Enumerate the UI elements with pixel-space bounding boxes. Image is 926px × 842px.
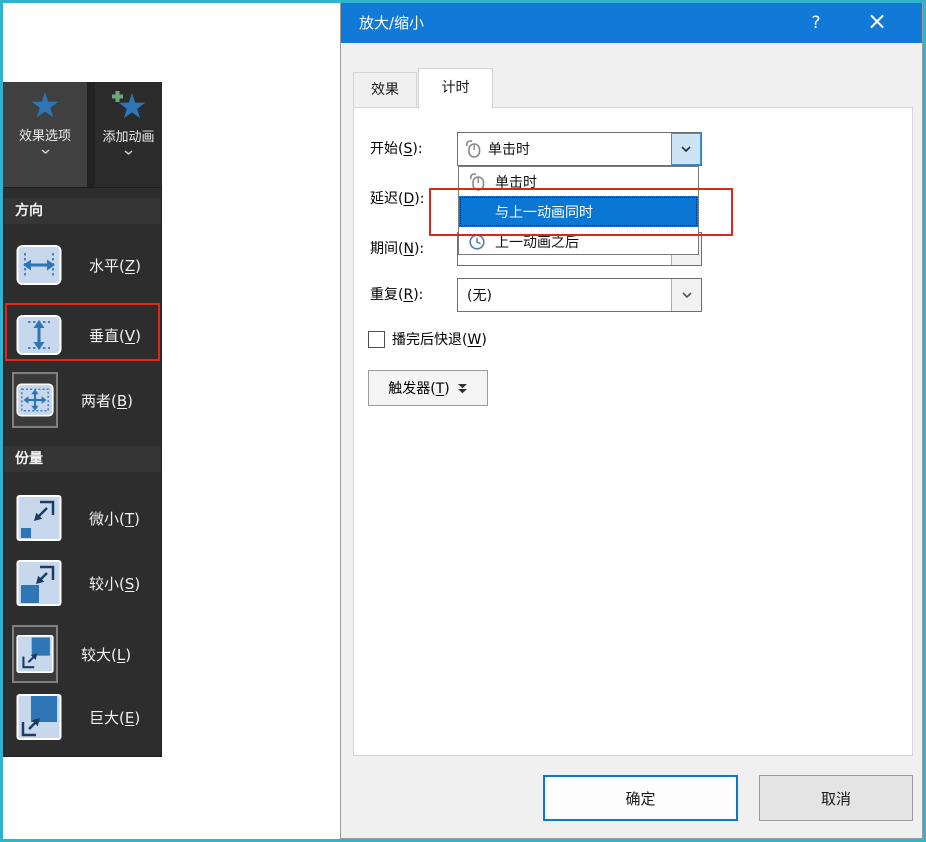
menu-item-label: 两者(B) [81, 390, 133, 411]
larger-icon-selected [12, 625, 58, 683]
screenshot-root: 效果选项 添加动画 方向 [0, 0, 926, 842]
menu-item-huge[interactable]: 巨大(E) [4, 687, 161, 747]
grow-shrink-dialog: 放大/缩小 ? × 效果 计时 开始(S): 单击时 [340, 3, 923, 839]
dropdown-item-label: 上一动画之后 [495, 232, 579, 252]
chevron-down-icon [682, 292, 692, 298]
tab-timing[interactable]: 计时 [418, 68, 493, 109]
rewind-checkbox-label: 播完后快退(W) [392, 329, 487, 349]
dialog-titlebar: 放大/缩小 ? × [341, 3, 922, 43]
rewind-checkbox-row[interactable]: 播完后快退(W) [368, 329, 487, 349]
menu-item-label: 水平(Z) [89, 255, 141, 276]
add-animation-star-icon [112, 91, 146, 120]
add-animation-button[interactable]: 添加动画 [95, 82, 162, 187]
start-value: 单击时 [488, 139, 671, 159]
dropdown-item-after-previous[interactable]: 上一动画之后 [459, 227, 698, 256]
close-button[interactable]: × [849, 3, 905, 43]
dropdown-item-label: 单击时 [495, 172, 537, 192]
tiny-icon [16, 493, 62, 543]
effect-options-menu: 方向 水平(Z) [3, 187, 162, 757]
menu-item-label: 较大(L) [81, 644, 131, 665]
menu-item-vertical[interactable]: 垂直(V) [4, 306, 161, 364]
repeat-combobox[interactable]: (无) [457, 278, 702, 312]
menu-item-both[interactable]: 两者(B) [4, 369, 161, 431]
chevron-down-icon [681, 146, 691, 152]
help-button[interactable]: ? [788, 3, 844, 43]
start-dropdown-list: 单击时 与上一动画同时 上一动画之后 [458, 166, 699, 255]
double-chevron-down-icon [457, 383, 468, 394]
ribbon-divider [87, 82, 95, 187]
triggers-button[interactable]: 触发器(T) [368, 370, 488, 406]
menu-item-label: 微小(T) [89, 508, 140, 529]
menu-section-amount: 份量 [4, 446, 161, 472]
mouse-click-icon [458, 139, 488, 159]
huge-icon [16, 692, 62, 742]
dropdown-item-on-click[interactable]: 单击时 [459, 167, 698, 196]
triggers-label: 触发器(T) [388, 378, 450, 398]
dropdown-item-with-previous[interactable]: 与上一动画同时 [459, 196, 698, 227]
effect-options-label: 效果选项 [19, 125, 71, 144]
start-label: 开始(S): [370, 132, 423, 166]
repeat-value: (无) [458, 285, 671, 305]
smaller-icon [16, 558, 62, 608]
effect-options-button[interactable]: 效果选项 [3, 82, 87, 187]
tab-effect[interactable]: 效果 [353, 72, 417, 108]
duration-label: 期间(N): [370, 232, 424, 266]
chevron-down-icon [124, 150, 133, 155]
chevron-down-icon [41, 149, 50, 154]
repeat-label: 重复(R): [370, 278, 423, 312]
dialog-title: 放大/缩小 [359, 3, 424, 43]
repeat-dropdown-button[interactable] [671, 279, 701, 311]
menu-item-smaller[interactable]: 较小(S) [4, 553, 161, 613]
star-icon [30, 91, 60, 119]
mouse-click-icon [465, 172, 489, 192]
menu-item-label: 较小(S) [89, 573, 140, 594]
delay-label: 延迟(D): [370, 182, 424, 216]
both-icon-selected [12, 372, 58, 428]
start-combobox[interactable]: 单击时 [457, 132, 702, 166]
dialog-body: 效果 计时 开始(S): 单击时 [341, 43, 922, 838]
timing-tab-page: 开始(S): 单击时 延迟(D): [353, 107, 913, 756]
ok-button[interactable]: 确定 [543, 775, 738, 821]
rewind-checkbox[interactable] [368, 331, 385, 348]
vertical-icon [16, 311, 62, 359]
cancel-button[interactable]: 取消 [759, 775, 913, 821]
menu-item-tiny[interactable]: 微小(T) [4, 488, 161, 548]
start-dropdown-button[interactable] [671, 133, 701, 165]
add-animation-label: 添加动画 [102, 126, 154, 145]
menu-item-label: 巨大(E) [89, 707, 140, 728]
menu-item-label: 垂直(V) [89, 325, 141, 346]
menu-section-direction: 方向 [4, 198, 161, 224]
menu-item-larger[interactable]: 较大(L) [4, 622, 161, 686]
horizontal-icon [16, 241, 62, 289]
clock-icon [465, 233, 489, 251]
ribbon-strip: 效果选项 添加动画 [3, 82, 162, 187]
menu-item-horizontal[interactable]: 水平(Z) [4, 236, 161, 294]
